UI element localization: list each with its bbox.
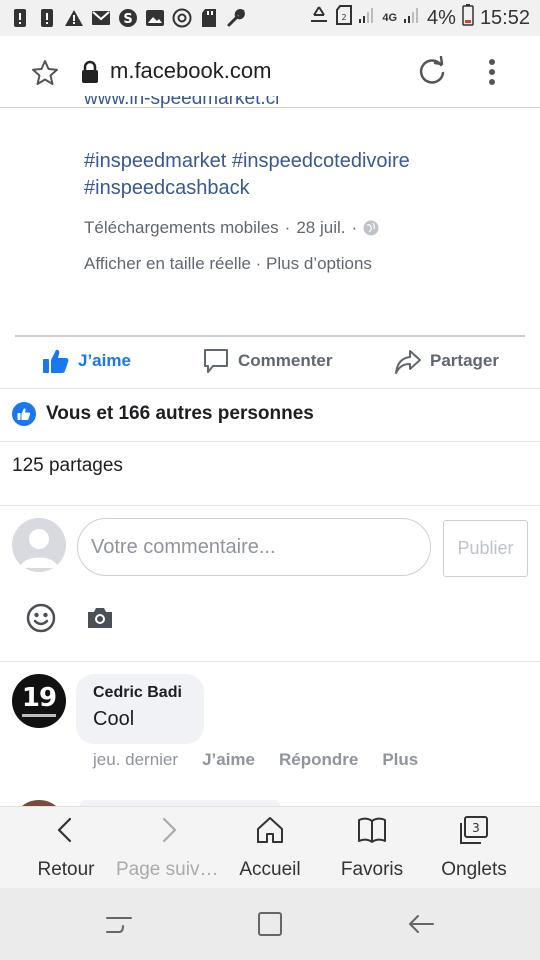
battery-icon [462,4,474,32]
reactions-summary[interactable]: Vous et 166 autres personnes [12,402,314,426]
signal-icon [358,6,376,30]
clock: 15:52 [479,6,530,29]
s-app-icon: S [118,8,138,28]
system-nav-bar [0,888,540,960]
alert-icon [10,8,30,28]
sd-card-icon [199,8,219,28]
post-meta: Téléchargements mobiles · 28 juil. · [84,218,379,238]
avatar[interactable]: 19 [12,674,66,728]
post-hashtags[interactable]: #inspeedmarket #inspeedcotedivoire #insp… [84,148,524,202]
bookmark-star-icon[interactable] [30,58,60,88]
bookmarks-label: Favoris [340,859,404,880]
post-action-row: J’aime Commenter Partager [0,337,540,387]
mail-icon [91,8,111,28]
warning-icon [64,8,84,28]
like-label: J’aime [78,351,131,370]
comment-reply-button[interactable]: Répondre [279,750,358,770]
tabs-label: Onglets [441,859,507,880]
network-type: 4G [382,12,398,24]
post-date[interactable]: 28 juil. [296,218,345,238]
avatar [12,518,66,572]
back-label: Retour [37,859,95,880]
avatar-decoration [22,714,56,717]
divider [0,661,540,662]
thumbs-up-icon [43,349,69,373]
publish-button[interactable]: Publier [443,520,528,577]
back-nav-icon[interactable] [407,910,435,938]
forward-button[interactable]: Page suiva… [116,815,220,881]
gallery-icon [145,8,165,28]
divider [0,388,540,389]
share-icon [395,350,421,374]
svg-text:2: 2 [342,13,347,22]
comment-time[interactable]: jeu. dernier [93,750,178,770]
shares-count[interactable]: 125 partages [12,455,123,477]
home-label: Accueil [239,859,301,880]
browser-bottom-bar: Retour Page suiva… Accueil Favoris 3 Ong… [0,806,540,888]
divider [0,505,540,506]
share-button[interactable]: Partager [394,347,499,375]
comment-bubble: Cedric Badi Cool [76,674,204,744]
like-reaction-icon [12,402,36,426]
signal-icon [403,6,421,30]
like-button[interactable]: J’aime [42,347,131,375]
home-icon [257,817,283,843]
tabs-icon: 3 [460,816,488,844]
separator: · [284,218,291,237]
url-text[interactable]: m.facebook.com [110,58,271,84]
system-status: 2 4G 4% 15:52 [308,4,530,32]
divider [0,441,540,442]
tab-count: 3 [472,821,480,835]
chevron-left-icon [57,817,72,843]
comment-input[interactable]: Votre commentaire... [77,518,431,576]
wrench-icon [226,8,246,28]
post-link[interactable]: www.in-speedmarket.ci [84,96,484,118]
post-source[interactable]: Téléchargements mobiles [84,218,279,238]
tabs-button[interactable]: 3 Onglets [422,815,526,881]
more-menu-icon[interactable] [480,56,504,88]
lock-icon [82,60,98,83]
recent-apps-icon[interactable] [105,910,133,938]
svg-text:S: S [123,12,132,27]
sim-icon: 2 [336,5,353,31]
home-button[interactable]: Accueil [218,815,322,881]
chrome-icon [172,8,192,28]
comment-label: Commenter [238,351,333,370]
share-label: Partager [430,351,499,370]
comment-icon [204,349,228,373]
comment-meta: jeu. dernier J’aime Répondre Plus [93,750,418,770]
camera-icon[interactable] [86,605,114,631]
chevron-right-icon [162,817,177,843]
alert-icon [37,8,57,28]
emoji-icon[interactable] [26,603,56,633]
globe-icon [363,220,379,236]
comment-like-button[interactable]: J’aime [202,750,255,770]
home-nav-icon[interactable] [256,910,284,938]
notification-icons: S [10,8,246,28]
comment-more-button[interactable]: Plus [382,750,418,770]
book-icon [358,817,386,843]
comment-text: Cool [93,708,135,730]
avatar-text: 19 [21,683,57,713]
status-bar: S 2 4G 4% 15:52 [0,0,540,36]
bookmarks-button[interactable]: Favoris [320,815,424,881]
post-view-options[interactable]: Afficher en taille réelle · Plus d’optio… [84,254,372,274]
reload-icon[interactable] [416,56,448,88]
comment-author[interactable]: Cedric Badi [93,684,187,702]
recycle-icon [308,5,330,31]
back-button[interactable]: Retour [14,815,118,881]
separator: · [351,218,358,237]
comment-button[interactable]: Commenter [202,347,332,375]
reactions-text: Vous et 166 autres personnes [46,403,314,424]
forward-label: Page suiva… [116,859,220,880]
battery-percent: 4% [427,6,456,29]
comment-placeholder: Votre commentaire... [91,535,276,558]
